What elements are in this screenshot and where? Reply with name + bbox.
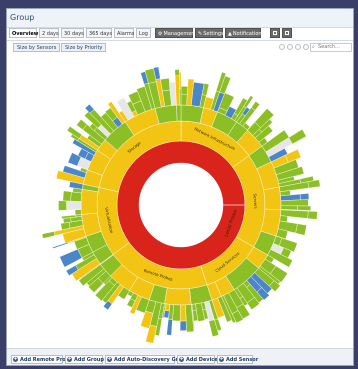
- sunburst-segment-channel[interactable]: [179, 320, 187, 331]
- settings-label: Settings: [203, 31, 224, 37]
- notifications-button[interactable]: ▲Notifications: [225, 28, 265, 38]
- sunburst-segment-channel[interactable]: [41, 231, 56, 239]
- sunburst-segment-channel[interactable]: [166, 318, 173, 336]
- sunburst-segment-sensor[interactable]: [280, 199, 309, 207]
- settings-button[interactable]: ✎Settings: [195, 28, 224, 38]
- add-device-button[interactable]: + Add Device: [177, 355, 218, 364]
- zoom-in-icon[interactable]: [287, 44, 293, 50]
- window-restore-button[interactable]: [270, 28, 280, 38]
- search-icon: ⌕: [312, 44, 315, 50]
- sunburst-segment-sensor[interactable]: [179, 88, 182, 106]
- tab-bar: Overview 2 days 30 days 365 days Alarms …: [7, 27, 353, 39]
- sunburst-panel: Size by Sensors Size by Priority ⌕ Search…: [7, 40, 353, 347]
- wrench-icon: ✎: [198, 31, 203, 37]
- footer-toolbar: + Add Remote Probe + Add Group + Add Auto-D…: [7, 348, 353, 365]
- sunburst-segment-sensor[interactable]: [180, 93, 188, 106]
- sunburst-segment-sensor[interactable]: [179, 304, 187, 322]
- fullscreen-icon[interactable]: [303, 44, 309, 50]
- add-auto-discovery-group-button[interactable]: + Add Auto-Discovery Group: [105, 355, 189, 364]
- sunburst-segment-channel[interactable]: [174, 69, 180, 77]
- cog-icon: ⚙: [158, 31, 163, 37]
- sunburst-segment-sensor[interactable]: [70, 191, 82, 202]
- plus-icon: +: [67, 356, 72, 362]
- size-by-sensors-button[interactable]: Size by Sensors: [13, 43, 61, 52]
- tab-log[interactable]: Log: [136, 28, 151, 38]
- sunburst-segment-device[interactable]: [80, 189, 99, 215]
- sunburst-segment-channel[interactable]: [180, 86, 188, 95]
- window-icon: [273, 31, 277, 35]
- sunburst-label-level2: Servers: [253, 193, 259, 208]
- search-placeholder: Search...: [318, 44, 340, 50]
- management-label: Management: [163, 31, 197, 37]
- tab-overview[interactable]: Overview: [9, 28, 38, 38]
- sunburst-segment-channel[interactable]: [52, 241, 69, 249]
- plus-icon: +: [219, 356, 224, 362]
- tab-alarms[interactable]: Alarms: [114, 28, 134, 38]
- management-button[interactable]: ⚙Management: [155, 28, 197, 38]
- add-remote-probe-button[interactable]: + Add Remote Probe: [11, 355, 73, 364]
- add-sensor-button[interactable]: + Add Sensor: [217, 355, 258, 364]
- zoom-out-icon[interactable]: [279, 44, 285, 50]
- sunburst-segment-device[interactable]: [263, 186, 282, 211]
- sunburst-segment-channel[interactable]: [62, 190, 72, 202]
- search-input[interactable]: ⌕ Search...: [310, 43, 352, 52]
- add-group-button[interactable]: + Add Group: [65, 355, 104, 364]
- group-window: Group Overview 2 days 30 days 365 days A…: [6, 8, 354, 366]
- sunburst-center: [139, 163, 223, 247]
- sunburst-chart[interactable]: Local ProbeNetwork InfrastructureServers…: [7, 53, 354, 347]
- add-sensor-label: Add Sensor: [226, 357, 259, 363]
- sunburst-segment-channel[interactable]: [299, 193, 310, 201]
- plus-icon: +: [13, 356, 18, 362]
- sunburst-segment-channel[interactable]: [307, 210, 318, 220]
- plus-icon: +: [107, 356, 112, 362]
- sunburst-segment-channel[interactable]: [288, 129, 307, 145]
- sunburst-segment-channel[interactable]: [58, 200, 67, 211]
- maximize-icon: [285, 31, 289, 35]
- add-group-label: Add Group: [74, 357, 104, 363]
- sunburst-segment-device[interactable]: [164, 287, 192, 306]
- notifications-label: Notifications: [232, 31, 265, 37]
- plus-icon: +: [179, 356, 184, 362]
- tab-365-days[interactable]: 365 days: [86, 28, 112, 38]
- size-by-priority-button[interactable]: Size by Priority: [61, 43, 107, 52]
- sunburst-segment-device[interactable]: [180, 104, 204, 124]
- page-title: Group: [7, 9, 353, 28]
- sunburst-segment-device[interactable]: [176, 104, 182, 122]
- sunburst-segment-sensor[interactable]: [66, 200, 82, 211]
- reset-view-icon[interactable]: [295, 44, 301, 50]
- window-maximize-button[interactable]: [282, 28, 292, 38]
- sunburst-segment-sensor[interactable]: [74, 209, 82, 216]
- add-device-label: Add Device: [186, 357, 218, 363]
- tab-2-days[interactable]: 2 days: [39, 28, 59, 38]
- sunburst-segment-channel[interactable]: [160, 78, 171, 92]
- sunburst-segment-channel[interactable]: [179, 71, 182, 89]
- tab-30-days[interactable]: 30 days: [61, 28, 84, 38]
- warning-icon: ▲: [228, 31, 232, 37]
- sunburst-segment-device[interactable]: [154, 104, 178, 125]
- sunburst-segment-channel[interactable]: [297, 205, 311, 211]
- sunburst-segment-channel[interactable]: [295, 223, 307, 236]
